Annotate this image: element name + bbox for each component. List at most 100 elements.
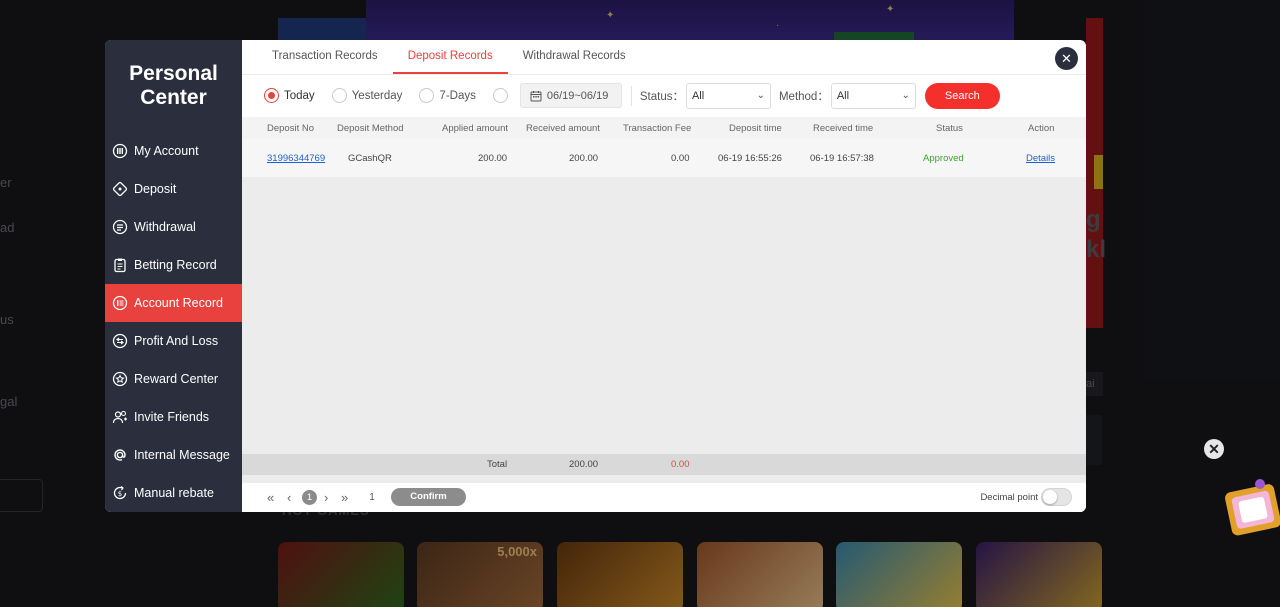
deposit-method-cell: GCashQR [348,152,392,164]
sidebar-item-label: Invite Friends [134,410,210,424]
status-badge: Approved [923,152,964,164]
sidebar-item-deposit[interactable]: Deposit [105,170,242,208]
sidebar-item-reward-center[interactable]: Reward Center [105,360,242,398]
records-panel: ✕ Transaction Records Deposit Records Wi… [242,40,1086,512]
column-header: Deposit No [267,122,314,134]
status-select-value: All [691,89,705,102]
radio-today[interactable]: Today [264,88,315,103]
sidebar-menu: My Account Deposit Withdrawal Betting Re… [105,132,242,512]
invite-friends-icon [112,409,128,425]
method-label: Method： [778,90,829,103]
radio-indicator [264,88,279,103]
sidebar-item-my-account[interactable]: My Account [105,132,242,170]
column-header: Status [936,122,963,134]
received-amount-cell: 200.00 [569,152,599,164]
rebate-icon: $ [112,485,128,501]
sidebar-item-label: Internal Message [134,448,230,462]
first-page-icon[interactable]: « [267,490,274,505]
table-header: Deposit No Deposit Method Applied amount… [242,117,1086,139]
column-header: Deposit Method [337,122,404,134]
total-fee: 0.00 [671,459,690,470]
pagination-bar: « ‹ 1 › » 1 Confirm Decimal point [242,483,1086,512]
sidebar-item-label: Profit And Loss [134,334,219,348]
transaction-fee-cell: 0.00 [671,152,690,164]
date-range-value: 06/19~06/19 [546,89,609,102]
clipboard-icon [112,257,128,273]
table-row: 31996344769 GCashQR 200.00 200.00 0.00 0… [242,139,1086,177]
column-header: Applied amount [442,122,509,134]
record-tabs: Transaction Records Deposit Records With… [242,40,1086,75]
column-header: Action [1028,122,1055,134]
tab-deposit-records[interactable]: Deposit Records [392,40,508,74]
received-time-cell: 06-19 16:57:38 [810,152,874,164]
status-select[interactable]: All ⌄ [685,82,771,109]
my-account-icon [112,143,128,159]
chevron-down-icon: ⌄ [901,90,910,101]
prev-page-icon[interactable]: ‹ [287,490,291,505]
sidebar-item-label: Deposit [134,182,177,196]
sidebar-item-label: Betting Record [134,258,217,272]
ledger-icon [112,295,128,311]
deposit-no-link[interactable]: 31996344769 [267,153,325,164]
decimal-point-toggle[interactable] [1041,488,1072,506]
search-button[interactable]: Search [924,82,1000,109]
sidebar-title-line: Personal [129,62,218,85]
confirm-button[interactable]: Confirm [391,488,466,506]
sidebar-title: Personal Center [105,40,242,132]
current-page[interactable]: 1 [302,490,317,505]
personal-center-modal: Personal Center My Account Deposit Withd… [105,40,1086,512]
method-select-value: All [836,89,850,102]
radio-yesterday[interactable]: Yesterday [331,88,403,103]
column-header: Deposit time [729,122,782,134]
profit-loss-icon [112,333,128,349]
close-icon[interactable]: ✕ [1204,439,1224,459]
sidebar-title-line: Center [140,86,207,109]
sidebar-item-label: Manual rebate [134,486,214,500]
radio-indicator [331,88,347,103]
details-link[interactable]: Details [1026,153,1055,164]
date-range-picker[interactable]: 06/19~06/19 [519,83,622,108]
sidebar-item-label: Reward Center [134,372,219,386]
tab-transaction-records[interactable]: Transaction Records [257,40,393,74]
radio-label: Yesterday [351,89,403,102]
decimal-point-label: Decimal point [980,492,1038,503]
page-number-input[interactable]: 1 [359,489,385,506]
method-select[interactable]: All ⌄ [830,82,916,109]
withdrawal-icon [112,219,128,235]
deposit-icon [112,181,128,197]
column-header: Received time [813,122,874,134]
radio-indicator [419,88,435,103]
sidebar-item-internal-message[interactable]: Internal Message [105,436,242,474]
deposit-records-table: Deposit No Deposit Method Applied amount… [242,117,1086,492]
divider [630,85,632,106]
filter-bar: Today Yesterday 7-Days 06/19~06/19 Statu… [242,75,1086,116]
reward-icon [112,371,128,387]
svg-text:$: $ [118,490,122,498]
sidebar-item-invite-friends[interactable]: Invite Friends [105,398,242,436]
next-page-icon[interactable]: › [324,490,328,505]
radio-custom-range[interactable] [492,88,513,103]
total-received: 200.00 [569,459,599,470]
status-label: Status： [639,90,684,103]
calendar-icon [530,90,542,101]
radio-label: Today [284,89,315,102]
sidebar-item-withdrawal[interactable]: Withdrawal [105,208,242,246]
radio-seven-days[interactable]: 7-Days [419,88,476,103]
sidebar-item-account-record[interactable]: Account Record [105,284,242,322]
applied-amount-cell: 200.00 [478,152,508,164]
column-header: Transaction Fee [623,122,692,134]
treasure-chest-icon[interactable] [1222,470,1280,540]
sidebar-item-manual-rebate[interactable]: $ Manual rebate [105,474,242,512]
close-icon[interactable]: ✕ [1055,47,1078,70]
tab-withdrawal-records[interactable]: Withdrawal Records [508,40,641,74]
total-label: Total [487,459,508,470]
chevron-down-icon: ⌄ [756,90,765,101]
table-total-row: Total 200.00 0.00 [242,454,1086,475]
sidebar-item-betting-record[interactable]: Betting Record [105,246,242,284]
last-page-icon[interactable]: » [341,490,348,505]
sidebar-item-profit-and-loss[interactable]: Profit And Loss [105,322,242,360]
sidebar-item-label: Account Record [134,296,223,310]
sidebar-item-label: Withdrawal [134,220,196,234]
radio-label: 7-Days [439,89,476,102]
deposit-time-cell: 06-19 16:55:26 [718,152,782,164]
